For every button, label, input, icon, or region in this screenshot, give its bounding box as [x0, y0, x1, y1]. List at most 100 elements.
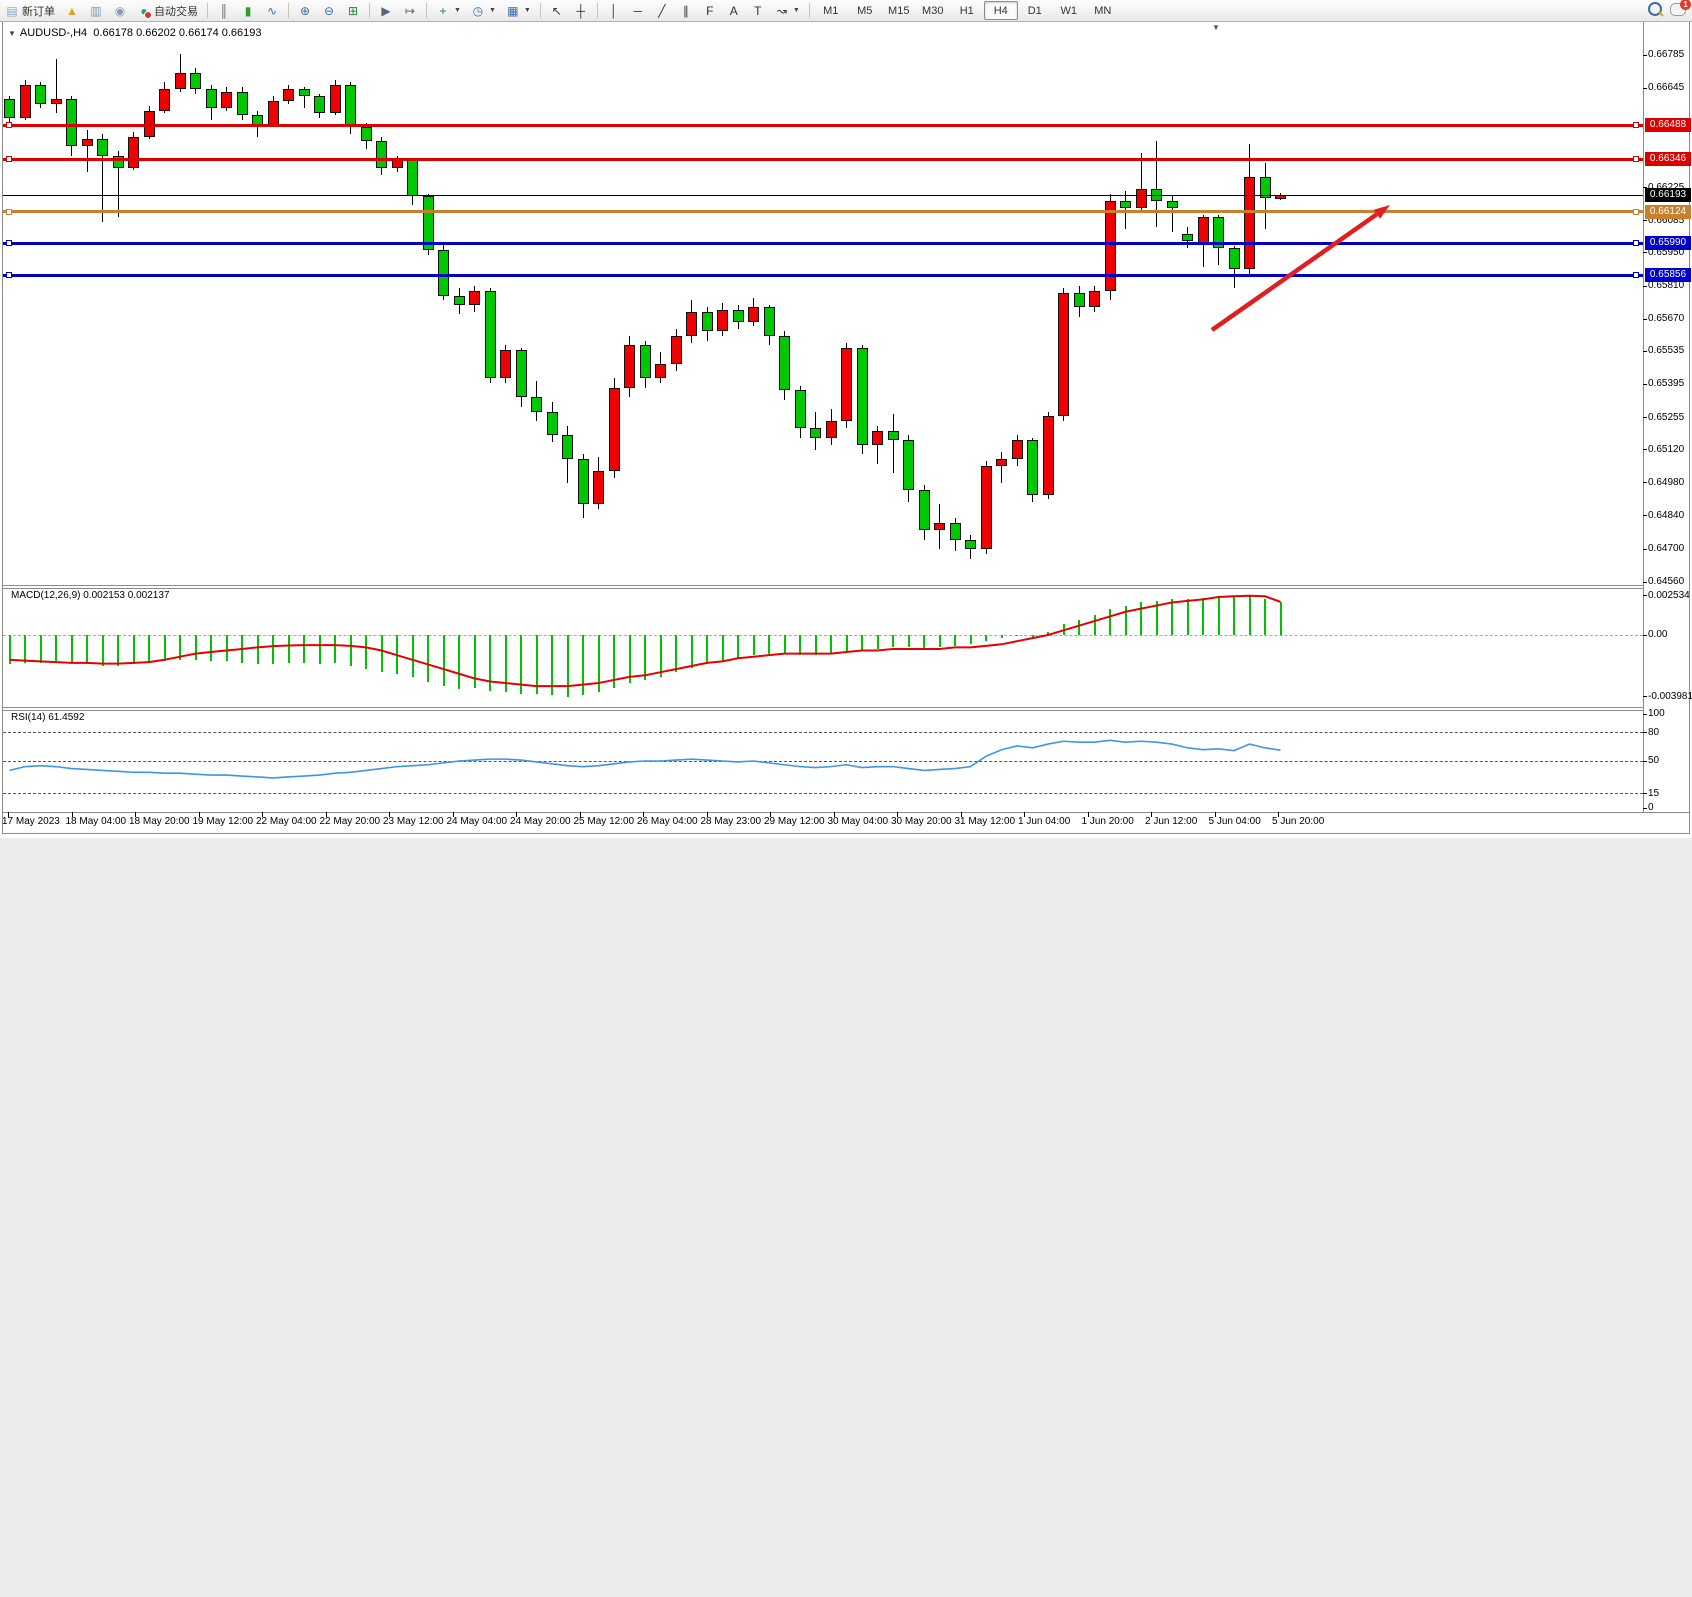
- line-handle[interactable]: [1633, 272, 1639, 278]
- dropdown-arrow-icon[interactable]: ▼: [489, 7, 496, 14]
- clock-icon: ◷: [471, 4, 485, 18]
- candle-body: [361, 127, 372, 141]
- vline-button[interactable]: │: [603, 1, 625, 21]
- zoom-in-button[interactable]: ⊕: [294, 1, 316, 21]
- search-button[interactable]: [1648, 2, 1662, 19]
- timeframe-m30-button[interactable]: M30: [916, 1, 950, 20]
- price-axis-tick: [1643, 549, 1647, 550]
- timeframe-d1-button[interactable]: D1: [1018, 1, 1052, 20]
- search-icon: [1648, 2, 1662, 16]
- time-axis-label: 5 Jun 04:00: [1209, 816, 1261, 827]
- candle-body: [1136, 189, 1147, 208]
- candle-chart-button[interactable]: ▮: [237, 1, 259, 21]
- line-handle[interactable]: [1633, 240, 1639, 246]
- candle-body: [190, 73, 201, 90]
- rsi-level-line: [3, 761, 1643, 762]
- macd-histogram-bar: [458, 635, 460, 689]
- line-handle[interactable]: [6, 240, 12, 246]
- timeframe-w1-button[interactable]: W1: [1052, 1, 1086, 20]
- candle-wick: [87, 130, 88, 173]
- rsi-axis-tick: [1643, 732, 1647, 733]
- line-handle[interactable]: [6, 122, 12, 128]
- candle-body: [578, 459, 589, 504]
- candle-body: [20, 85, 31, 118]
- indicators-button[interactable]: +▼: [432, 1, 465, 21]
- timeframe-h1-button[interactable]: H1: [950, 1, 984, 20]
- line-handle[interactable]: [6, 272, 12, 278]
- new-order-button-label: 新订单: [22, 3, 55, 19]
- rsi-axis-label: 0: [1648, 802, 1654, 813]
- timeframe-h4-button[interactable]: H4: [984, 1, 1018, 20]
- price-axis-label: 0.66645: [1648, 82, 1684, 93]
- horizontal-level-line[interactable]: [3, 274, 1643, 277]
- timeframe-m1-button[interactable]: M1: [814, 1, 848, 20]
- fibonacci-button[interactable]: F: [699, 1, 721, 21]
- line-handle[interactable]: [1633, 156, 1639, 162]
- line-handle[interactable]: [6, 209, 12, 215]
- zoom-out-button[interactable]: ⊖: [318, 1, 340, 21]
- line-chart-button[interactable]: ∿: [261, 1, 283, 21]
- horizontal-level-line[interactable]: [3, 210, 1643, 213]
- indicator-plus-icon: +: [436, 4, 450, 18]
- crosshair-button[interactable]: ┼: [570, 1, 592, 21]
- notification-badge: 1: [1680, 0, 1691, 10]
- timeframe-m5-button[interactable]: M5: [848, 1, 882, 20]
- chart-symbol-period: AUDUSD-,H4: [20, 27, 87, 39]
- label-button[interactable]: T: [747, 1, 769, 21]
- time-axis[interactable]: [0, 1577, 1640, 1597]
- autotrade-button[interactable]: ●自动交易: [133, 1, 202, 21]
- notifications-button[interactable]: 1: [1670, 3, 1686, 19]
- auto-scroll-button[interactable]: ▶: [375, 1, 397, 21]
- tile-windows-button[interactable]: ⊞: [342, 1, 364, 21]
- cone-icon: ▲: [65, 4, 79, 18]
- cursor-button[interactable]: ↖: [546, 1, 568, 21]
- candle-body: [593, 471, 604, 504]
- macd-histogram-bar: [133, 635, 135, 664]
- horizontal-level-line[interactable]: [3, 242, 1643, 245]
- candle-body: [82, 139, 93, 146]
- signals-button[interactable]: ◉: [109, 1, 131, 21]
- market-watch-button[interactable]: ▲: [61, 1, 83, 21]
- macd-histogram-bar: [1078, 620, 1080, 636]
- templates-button[interactable]: ▦▼: [502, 1, 535, 21]
- fibonacci-icon: F: [703, 4, 717, 18]
- rsi-pane[interactable]: [0, 685, 1640, 786]
- hline-button[interactable]: ─: [627, 1, 649, 21]
- current-price-line[interactable]: [3, 195, 1643, 196]
- timeframe-m15-button[interactable]: M15: [882, 1, 916, 20]
- dropdown-arrow-icon[interactable]: ▼: [793, 7, 800, 14]
- candle-wick: [56, 59, 57, 114]
- main-toolbar: ▤新订单▲▥◉●自动交易║▮∿⊕⊖⊞▶↦+▼◷▼▦▼↖┼│─╱∥FAT↝▼M1M…: [0, 0, 1692, 22]
- candle-body: [1105, 201, 1116, 291]
- macd-histogram-bar: [1016, 635, 1018, 636]
- line-handle[interactable]: [1633, 209, 1639, 215]
- text-button[interactable]: A: [723, 1, 745, 21]
- arrows-button[interactable]: ↝▼: [771, 1, 804, 21]
- periods-button[interactable]: ◷▼: [467, 1, 500, 21]
- line-handle[interactable]: [6, 156, 12, 162]
- macd-histogram-bar: [164, 635, 166, 661]
- horizontal-level-line[interactable]: [3, 124, 1643, 127]
- macd-axis-tick: [1643, 635, 1647, 636]
- candle-body: [686, 312, 697, 336]
- bar-chart-button[interactable]: ║: [213, 1, 235, 21]
- chevron-down-icon[interactable]: ▼: [8, 29, 16, 38]
- zoom-in-icon: ⊕: [298, 4, 312, 18]
- chart-shift-button[interactable]: ↦: [399, 1, 421, 21]
- charts-button[interactable]: ▥: [85, 1, 107, 21]
- price-axis[interactable]: [0, 786, 48, 1577]
- toolbar-separator: [809, 3, 810, 18]
- dropdown-arrow-icon[interactable]: ▼: [454, 7, 461, 14]
- candle-body: [376, 141, 387, 167]
- line-handle[interactable]: [1633, 122, 1639, 128]
- horizontal-level-line[interactable]: [3, 158, 1643, 161]
- new-order-button[interactable]: ▤新订单: [1, 1, 59, 21]
- main-chart-pane[interactable]: [0, 4, 1640, 567]
- time-axis-label: 5 Jun 20:00: [1272, 816, 1324, 827]
- timeframe-mn-button[interactable]: MN: [1086, 1, 1120, 20]
- dropdown-arrow-icon[interactable]: ▼: [524, 7, 531, 14]
- trendline-button[interactable]: ╱: [651, 1, 673, 21]
- candle-body: [1229, 248, 1240, 269]
- price-axis-tick: [1643, 417, 1647, 418]
- channel-button[interactable]: ∥: [675, 1, 697, 21]
